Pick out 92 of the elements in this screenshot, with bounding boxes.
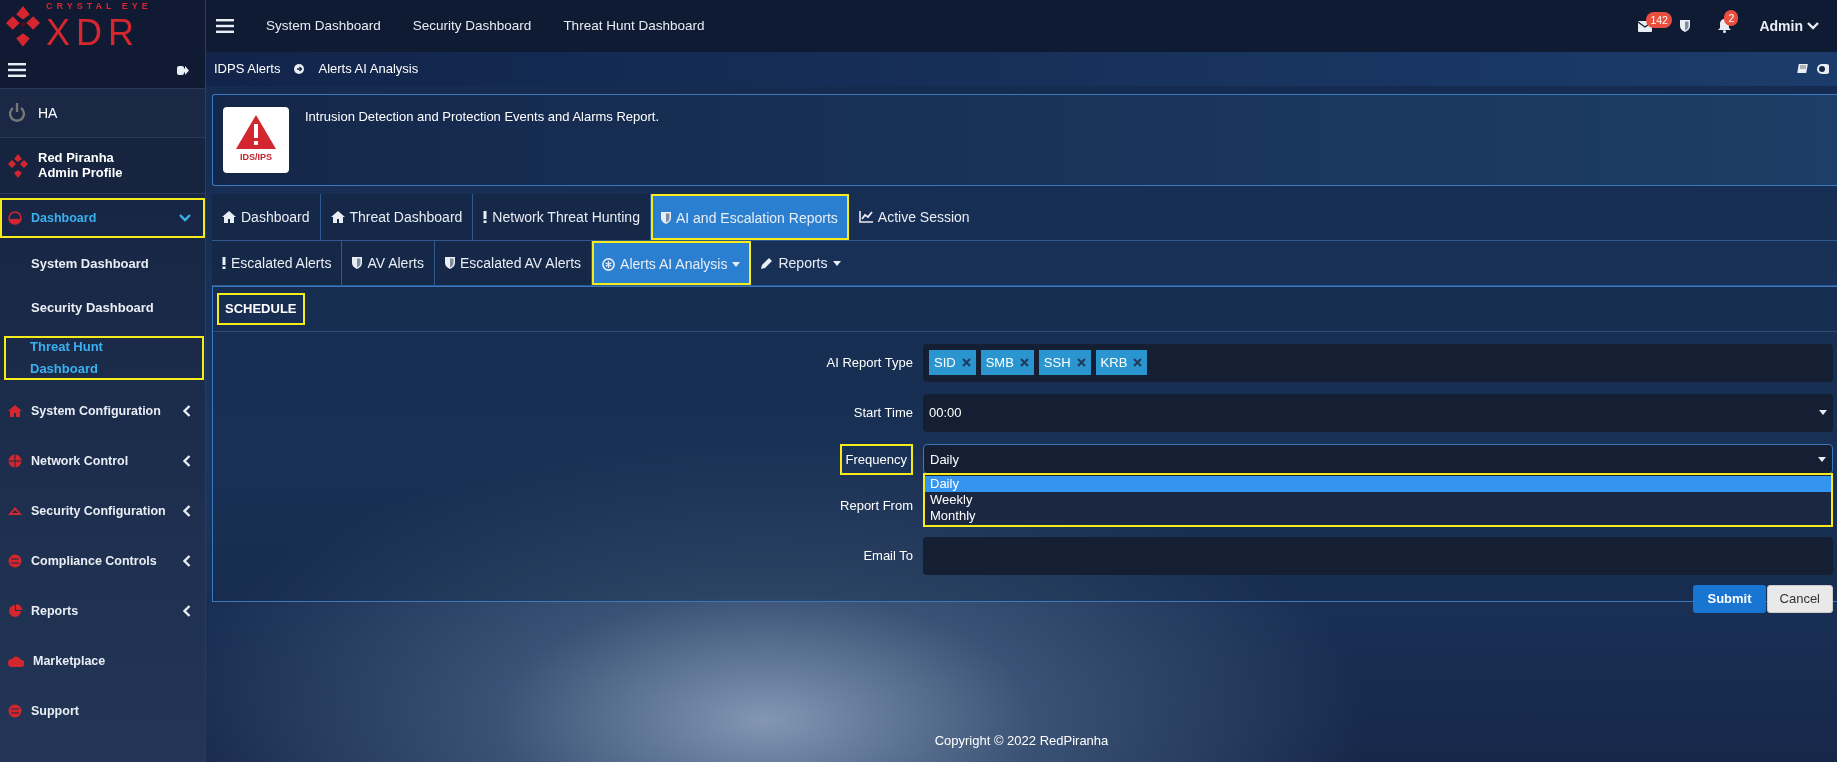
message-count-badge: 142 — [1646, 11, 1672, 28]
home-icon — [222, 211, 236, 223]
tab[interactable]: Escalated Alerts — [212, 241, 343, 285]
sidebar-item[interactable]: Reports — [0, 586, 205, 636]
menu-icon[interactable] — [216, 19, 234, 33]
sidebar-subitem[interactable]: System Dashboard — [0, 253, 159, 275]
field-label: Report From — [840, 497, 913, 516]
chevron-left-icon[interactable] — [183, 505, 191, 517]
chevron-left-icon[interactable] — [183, 605, 191, 617]
user-menu[interactable]: Admin — [1759, 15, 1819, 37]
warning-icon — [236, 115, 276, 150]
remove-icon[interactable] — [1133, 358, 1143, 367]
top-nav-link[interactable]: Security Dashboard — [412, 15, 532, 37]
logo-wordmark: XDR — [46, 14, 141, 51]
tab[interactable]: Escalated AV Alerts — [434, 241, 593, 285]
home-icon — [330, 211, 345, 223]
shield-icon[interactable] — [352, 257, 363, 269]
shield-icon[interactable] — [1680, 20, 1691, 32]
logout-icon[interactable] — [177, 64, 189, 76]
tab[interactable]: Network Threat Hunting — [473, 194, 651, 240]
tab[interactable]: Threat Dashboard — [320, 194, 474, 240]
triangle-icon — [8, 507, 22, 515]
book-icon[interactable] — [1797, 63, 1809, 75]
sidebar-item[interactable]: Marketplace — [0, 636, 205, 686]
chevron-down-icon[interactable] — [179, 214, 191, 222]
tab[interactable]: AI and Escalation Reports — [650, 194, 849, 240]
breadcrumb-link[interactable]: Alerts AI Analysis — [318, 59, 419, 79]
power-icon — [8, 103, 26, 123]
shield-icon[interactable] — [444, 257, 455, 269]
sidebar-item[interactable]: System Configuration — [0, 386, 205, 436]
sidebar-subitem[interactable]: Security Dashboard — [0, 297, 164, 319]
field-label: Start Time — [853, 403, 913, 422]
dropdown-option[interactable]: Monthly — [925, 508, 1831, 525]
pencil-icon — [761, 257, 774, 269]
field-label: AI Report Type — [826, 353, 913, 372]
tab[interactable]: Reports — [751, 241, 851, 285]
field-label: Email To — [863, 547, 913, 566]
field-label: Frequency — [839, 443, 913, 475]
support-icon — [8, 704, 22, 718]
tab[interactable]: AV Alerts — [342, 241, 435, 285]
sidebar-subitem[interactable]: Threat Hunt Dashboard — [4, 336, 204, 380]
cloud-icon — [8, 655, 24, 667]
cancel-button[interactable]: Cancel — [1766, 585, 1833, 613]
logo-tagline: CRYSTAL EYE — [46, 1, 152, 11]
submit-button[interactable]: Submit — [1693, 585, 1766, 613]
toggle-icon[interactable] — [1817, 63, 1829, 75]
shield-circle-icon — [8, 554, 22, 568]
chevron-left-icon[interactable] — [183, 405, 191, 417]
ids-ips-badge: IDS/IPS — [223, 107, 289, 173]
sidebar-item[interactable]: Dashboard — [0, 198, 205, 238]
top-nav-link[interactable]: System Dashboard — [266, 15, 381, 37]
asterisk-circle-icon — [602, 257, 616, 271]
remove-icon[interactable] — [961, 358, 971, 367]
sidebar-item[interactable]: Network Control — [0, 436, 205, 486]
line-chart-icon — [858, 211, 873, 223]
sidebar-item[interactable]: Security Configuration — [0, 486, 205, 536]
dropdown-option[interactable]: Weekly — [925, 492, 1831, 509]
ha-label: HA — [38, 103, 58, 123]
exclamation-icon — [222, 257, 226, 269]
tab[interactable]: Alerts AI Analysis — [592, 241, 752, 285]
profile-logo-icon — [8, 153, 28, 178]
exclamation-icon — [483, 211, 488, 223]
remove-icon[interactable] — [1076, 358, 1086, 367]
profile-name: Red Piranha — [38, 150, 115, 166]
pie-chart-icon — [8, 604, 22, 618]
notification-count-badge: 2 — [1724, 10, 1739, 26]
menu-icon[interactable] — [8, 63, 26, 77]
text-input[interactable] — [923, 537, 1833, 575]
profile-role: Admin Profile — [38, 165, 123, 181]
logo-icon — [6, 5, 40, 47]
tab[interactable]: Dashboard — [212, 194, 321, 240]
chevron-left-icon[interactable] — [183, 455, 191, 467]
sidebar-item[interactable]: Support — [0, 686, 205, 736]
chevron-left-icon[interactable] — [183, 555, 191, 567]
caret-icon — [1819, 410, 1827, 415]
arrow-circle-icon — [294, 64, 305, 74]
caret-icon — [732, 261, 741, 267]
breadcrumb-link[interactable]: IDPS Alerts — [214, 59, 281, 79]
home-icon — [8, 405, 22, 417]
select-field[interactable]: Daily — [923, 444, 1833, 475]
caret-icon — [1818, 456, 1826, 462]
panel-title: SCHEDULE — [217, 293, 305, 325]
description-text: Intrusion Detection and Protection Events and Alarms Report. — [305, 108, 660, 126]
tab[interactable]: Active Session — [848, 194, 980, 240]
select-field[interactable]: 00:00 — [923, 393, 1833, 432]
top-nav-link[interactable]: Threat Hunt Dashboard — [563, 15, 705, 37]
caret-icon — [832, 260, 841, 266]
gauge-icon — [8, 211, 22, 225]
remove-icon[interactable] — [1019, 358, 1029, 367]
copyright-text: Copyright © 2022 RedPiranha — [933, 731, 1110, 750]
sidebar-item[interactable]: Compliance Controls — [0, 536, 205, 586]
globe-icon — [8, 454, 22, 468]
